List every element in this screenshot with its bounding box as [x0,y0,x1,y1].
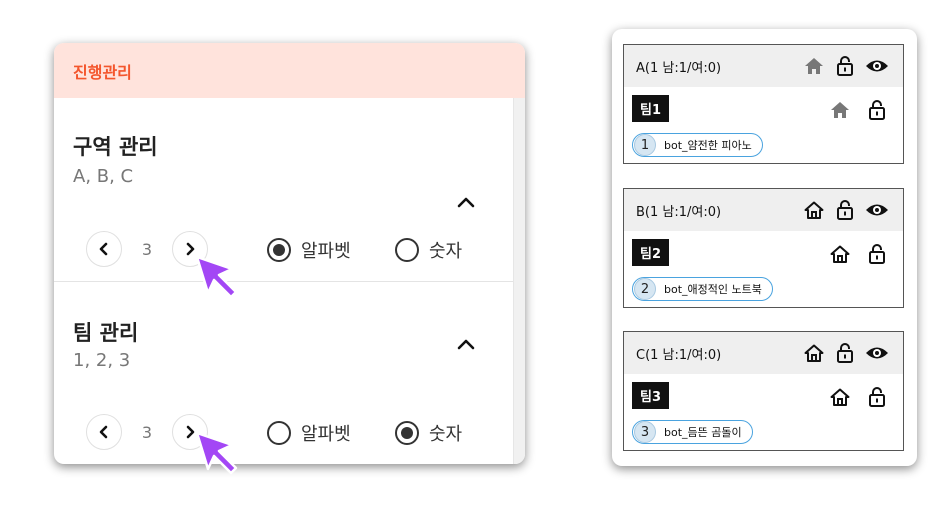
eye-icon[interactable] [865,201,889,219]
section-subtitle: 1, 2, 3 [73,350,131,371]
decrement-button[interactable] [86,231,122,267]
member-name: bot_얌전한 피아노 [664,139,752,152]
radio-label: 숫자 [429,241,463,262]
unlock-icon[interactable] [835,342,855,364]
radio-label: 알파벳 [301,424,351,445]
home-filled-icon[interactable] [829,100,851,120]
member-name: bot_애정적인 노트북 [664,283,762,296]
member-chip[interactable]: 1 bot_얌전한 피아노 [632,133,763,157]
member-chip[interactable]: 2 bot_애정적인 노트북 [632,277,773,301]
zone-card-header: B(1 남:1/여:0) [624,189,903,231]
zone-card-b: B(1 남:1/여:0) 팀2 2 bot_애정적인 노트북 [623,188,904,308]
panel-header: 진행관리 [54,43,525,98]
member-name: bot_듬뜬 곰돌이 [664,426,742,439]
pointer-cursor-icon [195,255,238,299]
member-number: 1 [634,134,656,156]
team-badge: 팀1 [632,95,670,122]
team-badge: 팀2 [632,239,670,266]
zone-management-section: 구역 관리 A, B, C 3 알파벳 숫자 [54,98,513,282]
unlock-icon[interactable] [867,243,887,265]
zone-title: C(1 남:1/여:0) [636,347,722,363]
radio-button[interactable] [267,421,291,445]
zone-card-header: C(1 남:1/여:0) [624,332,903,374]
section-title: 팀 관리 [73,321,139,345]
unlock-icon[interactable] [867,386,887,408]
radio-button[interactable] [395,238,419,262]
team-row: 팀1 [624,87,903,127]
eye-icon[interactable] [865,344,889,362]
zone-title: A(1 남:1/여:0) [636,60,722,76]
team-row: 팀3 [624,374,903,414]
unlock-icon[interactable] [867,99,887,121]
zone-card-c: C(1 남:1/여:0) 팀3 3 bot_듬뜬 곰돌이 [623,331,904,451]
radio-button-selected[interactable] [267,238,291,262]
chevron-up-icon[interactable] [457,337,475,351]
zone-card-a: A(1 남:1/여:0) 팀1 1 bot_얌전한 피아노 [623,44,904,164]
unlock-icon[interactable] [835,55,855,77]
unlock-icon[interactable] [835,199,855,221]
radio-number[interactable]: 숫자 [395,237,462,263]
member-number: 3 [634,421,656,443]
home-outline-icon[interactable] [829,387,851,407]
eye-icon[interactable] [865,57,889,75]
decrement-button[interactable] [86,414,122,450]
chevron-left-icon [99,425,108,439]
home-outline-icon[interactable] [829,244,851,264]
zone-title: B(1 남:1/여:0) [636,204,722,220]
progress-management-panel: 진행관리 구역 관리 A, B, C 3 알파벳 숫자 팀 관리 1, 2, 3… [54,43,525,464]
chevron-left-icon [99,242,108,256]
team-management-section: 팀 관리 1, 2, 3 3 알파벳 숫자 [54,282,513,464]
radio-label: 알파벳 [301,241,351,262]
section-subtitle: A, B, C [73,166,134,187]
team-row: 팀2 [624,231,903,271]
home-outline-icon[interactable] [803,343,825,363]
zone-count-stepper: 3 [86,231,208,267]
home-outline-icon[interactable] [803,200,825,220]
step-value: 3 [141,422,153,442]
radio-label: 숫자 [429,424,463,445]
radio-alphabet[interactable]: 알파벳 [267,420,351,446]
home-filled-icon[interactable] [803,56,825,76]
scrollbar[interactable] [513,98,525,464]
pointer-cursor-icon [195,431,238,475]
team-badge: 팀3 [632,382,670,409]
step-value: 3 [141,239,153,259]
section-title: 구역 관리 [73,135,158,159]
radio-alphabet[interactable]: 알파벳 [267,237,351,263]
member-chip[interactable]: 3 bot_듬뜬 곰돌이 [632,420,753,444]
zone-card-header: A(1 남:1/여:0) [624,45,903,87]
radio-number[interactable]: 숫자 [395,420,462,446]
chevron-up-icon[interactable] [457,195,475,209]
zone-status-panel: A(1 남:1/여:0) 팀1 1 bot_얌전한 피아노 B(1 남:1/여:… [612,29,917,466]
member-number: 2 [634,278,656,300]
team-count-stepper: 3 [86,414,208,450]
radio-button-selected[interactable] [395,421,419,445]
panel-title: 진행관리 [73,62,132,82]
